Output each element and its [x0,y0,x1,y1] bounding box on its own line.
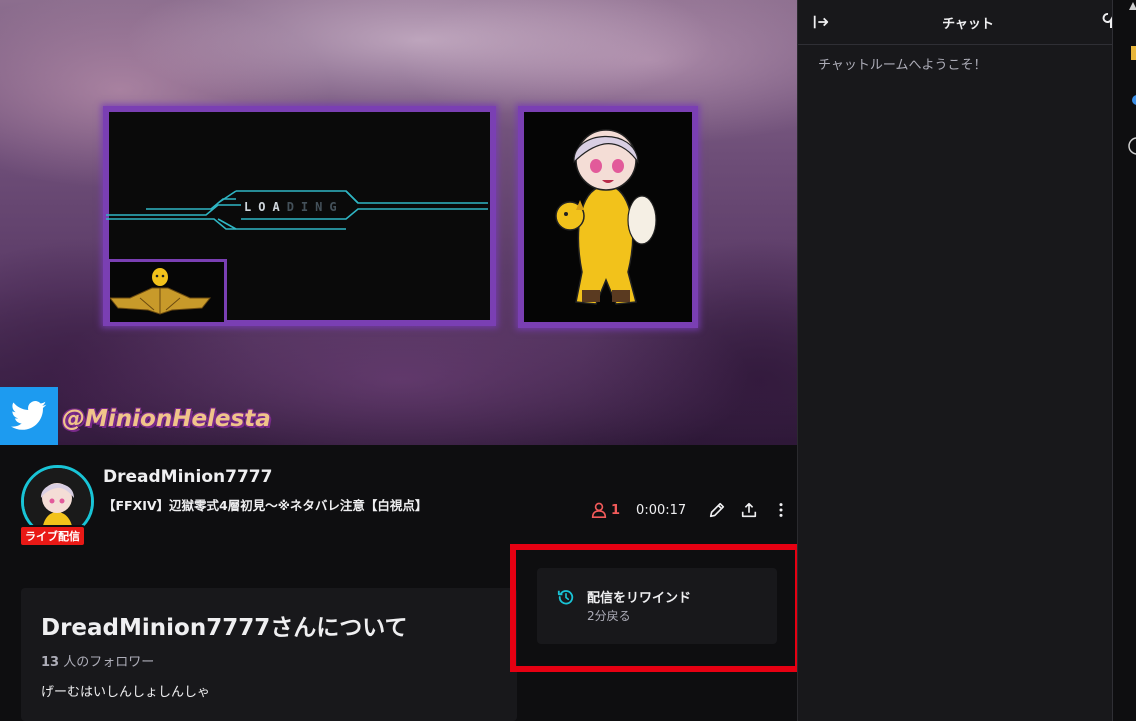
channel-bio: げーむはいしんしょしんしゃ [41,685,211,700]
more-icon [779,503,783,517]
moth-mascot-image [108,268,212,315]
channel-name[interactable]: DreadMinion7777 [103,467,272,487]
chat-header: チャット [798,0,1112,45]
vtuber-frame [518,106,698,328]
pet-cam-frame [107,259,227,325]
viewer-count: 1 [590,501,620,519]
about-panel: DreadMinion7777さんについて 13 人のフォロワー げーむはいしん… [21,588,517,721]
video-player[interactable]: LOADING @MinionHelesta [0,0,797,445]
share-button[interactable] [738,499,760,521]
stream-meta: 1 0:00:17 [590,499,792,521]
follower-count: 13 人のフォロワー [41,655,155,670]
edit-icon [710,502,725,518]
viewer-count-value: 1 [611,502,621,518]
chat-title: チャット [942,17,994,32]
strip-icons [1128,2,1136,155]
loading-text: LOADING [244,200,344,214]
side-strip [1112,0,1136,721]
chat-settings-button[interactable] [1102,11,1112,35]
stream-page: LOADING @MinionHelesta ライブ配信 DreadMinion… [0,0,1136,721]
channel-info-section: ライブ配信 DreadMinion7777 【FFXIV】辺獄零式4層初見～※ネ… [0,445,801,721]
twitter-handle: @MinionHelesta [62,406,271,432]
share-icon [742,502,757,518]
more-options-button[interactable] [770,499,792,521]
twitter-logo [0,387,58,445]
stream-uptime: 0:00:17 [636,502,687,518]
chat-panel: チャット チャットルームへようこそ！ [798,0,1112,721]
avatar-character-image [555,129,657,305]
edit-button[interactable] [706,499,728,521]
highlight-box [510,544,801,672]
chat-welcome-message: チャットルームへようこそ！ [818,58,987,73]
stream-title: 【FFXIV】辺獄零式4層初見～※ネタバレ注意【白視点】 [103,498,428,513]
twitter-icon [11,401,47,430]
live-badge: ライブ配信 [19,525,86,547]
viewer-icon [591,502,607,519]
chat-settings-icon [1102,13,1112,28]
about-title: DreadMinion7777さんについて [41,615,408,641]
